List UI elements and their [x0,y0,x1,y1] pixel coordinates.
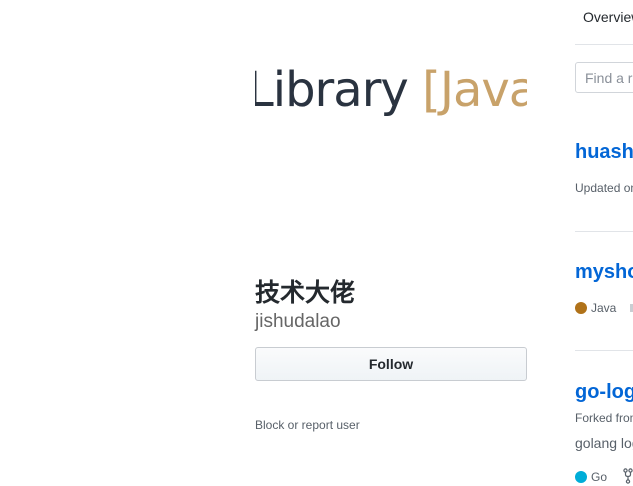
repo-language-label: Go [591,470,608,484]
repo-language-label: Java [591,301,617,315]
follow-button[interactable]: Follow [255,347,527,381]
avatar-text-plain: Library [255,62,423,118]
avatar: Library [JavaS [255,40,527,160]
profile-full-name: 技术大佬 [255,278,356,307]
repo-name-link[interactable]: myshop [575,260,633,284]
repo-description: golang log [575,435,633,451]
repo-name-link[interactable]: go-log [575,380,633,404]
language-color-dot [575,471,587,483]
block-or-report-link[interactable]: Block or report user [255,417,360,433]
repo-updated-text: Updated on [575,181,633,195]
find-repository-input[interactable] [575,62,633,93]
repo-divider [575,350,633,351]
tab-overview[interactable]: Overview [583,8,633,26]
repo-forked-from: Forked from [575,411,633,425]
repo-language: Go [575,469,607,485]
tab-divider [575,44,633,45]
repo-language: Java [575,300,616,316]
profile-username: jishudalao [255,311,341,332]
repo-divider [575,231,633,232]
fork-icon [623,468,633,484]
repo-name-link[interactable]: huashan [575,140,633,164]
language-color-dot [575,302,587,314]
avatar-image-text: Library [JavaS [255,62,527,118]
avatar-text-bracket: [Java [422,62,527,118]
